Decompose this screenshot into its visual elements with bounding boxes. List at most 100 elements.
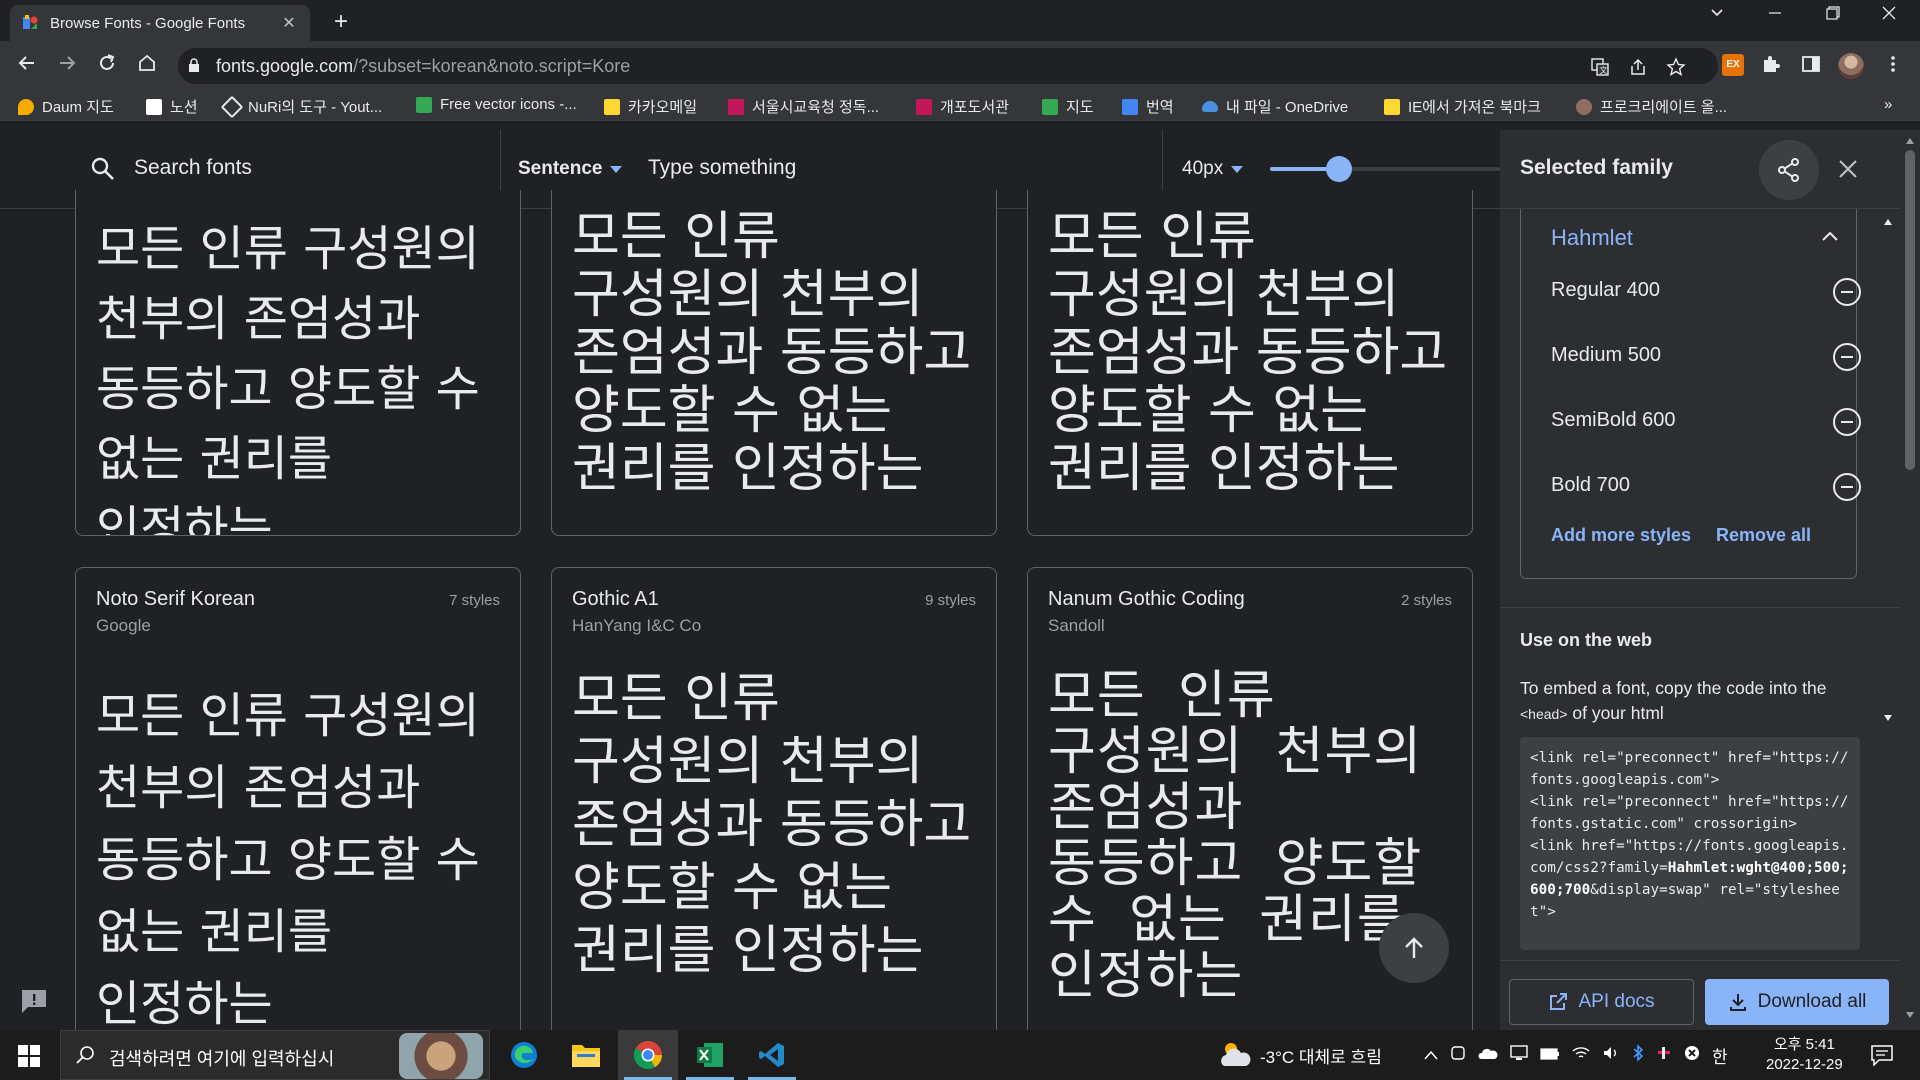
font-card-nanum-gothic-coding[interactable]: Nanum Gothic Coding Sandoll 2 styles 모든 … (1027, 567, 1473, 1047)
bookmark-maps[interactable]: 지도 (1042, 96, 1094, 117)
app-tray-icon[interactable] (1684, 1045, 1700, 1066)
tab-search-icon[interactable] (1694, 4, 1740, 25)
onedrive-icon[interactable] (1478, 1045, 1498, 1065)
remove-style-icon[interactable] (1833, 408, 1861, 436)
bookmark-seoul-edu[interactable]: 서울시교육청 정독... (728, 96, 879, 117)
taskbar-excel[interactable] (680, 1030, 740, 1080)
notifications-icon[interactable] (1870, 1044, 1894, 1071)
side-panel-icon[interactable] (1800, 54, 1822, 76)
scroll-down-arrow-icon[interactable] (1884, 715, 1892, 721)
bookmark-ie-folder[interactable]: IE에서 가져온 북마크 (1384, 96, 1541, 117)
panel-header: Selected family (1500, 130, 1900, 209)
font-card[interactable]: 모든 인류 구성원의 천부의 존엄성과 동등하고 양도할 수 없는 권리를 인정… (75, 190, 521, 536)
reload-icon[interactable] (93, 52, 121, 80)
chevron-up-icon[interactable] (1821, 229, 1839, 247)
font-sample-text[interactable]: 모든 인류 구성원의 천부의 존엄성과 동등하고 양도할 수 없는 권리를 인정… (96, 214, 506, 535)
url-text[interactable]: fonts.google.com/?subset=korean&noto.scr… (216, 56, 630, 77)
volume-icon[interactable] (1602, 1045, 1620, 1066)
font-size-slider[interactable] (1270, 156, 1500, 182)
battery-icon[interactable] (1540, 1045, 1560, 1065)
font-card-gothic-a1[interactable]: Gothic A1 HanYang I&C Co 9 styles 모든 인류 … (551, 567, 997, 1047)
back-icon[interactable] (13, 52, 41, 80)
scroll-to-top-button[interactable] (1379, 913, 1449, 983)
forward-icon[interactable] (53, 52, 81, 80)
preview-mode-dropdown[interactable]: Sentence (518, 158, 623, 180)
bookmark-daum-map[interactable]: Daum 지도 (18, 96, 114, 117)
font-sample-text[interactable]: 모든 인류 구성원의 천부의 존엄성과 동등하고 양도할 수 없는 권리를 인정… (572, 208, 982, 498)
font-size-dropdown[interactable]: 40px (1182, 158, 1244, 180)
restore-icon[interactable] (1810, 4, 1856, 25)
windows-start-icon[interactable] (18, 1045, 40, 1072)
share-button[interactable] (1759, 140, 1819, 200)
font-card[interactable]: 모든 인류 구성원의 천부의 존엄성과 동등하고 양도할 수 없는 권리를 인정… (1027, 190, 1473, 536)
bookmark-kakao-mail[interactable]: 카카오메일 (604, 96, 697, 117)
address-bar[interactable]: fonts.google.com/?subset=korean&noto.scr… (178, 48, 1718, 84)
font-card[interactable]: 모든 인류 구성원의 천부의 존엄성과 동등하고 양도할 수 없는 권리를 인정… (551, 190, 997, 536)
panel-scrollbar[interactable] (1880, 209, 1896, 729)
font-sample-text[interactable]: 모든 인류 구성원의 천부의 존엄성과 동등하고 양도할 수 없는 권리를 인정… (96, 680, 506, 1040)
lock-icon[interactable] (188, 58, 200, 72)
tab-close-icon[interactable]: ✕ (280, 13, 298, 33)
add-more-styles-link[interactable]: Add more styles (1551, 525, 1691, 546)
profile-avatar[interactable] (1838, 53, 1864, 79)
search-highlight-image[interactable] (399, 1033, 483, 1079)
download-all-button[interactable]: Download all (1705, 979, 1889, 1025)
api-docs-button[interactable]: API docs (1509, 979, 1694, 1025)
weather-widget[interactable]: -3°C 대체로 흐림 (1218, 1030, 1382, 1080)
bookmark-free-vector-icons[interactable]: Free vector icons -... (416, 96, 577, 113)
share-page-icon[interactable] (1628, 57, 1648, 77)
bookmark-translate[interactable]: 번역 (1122, 96, 1174, 117)
remove-style-icon[interactable] (1833, 473, 1861, 501)
taskbar-chrome[interactable] (618, 1030, 678, 1080)
browser-tab[interactable]: Browse Fonts - Google Fonts ✕ (10, 5, 310, 41)
bookmark-nuri-tools[interactable]: NuRi의 도구 - Yout... (220, 95, 382, 118)
font-card-noto-serif-korean[interactable]: Noto Serif Korean Google 7 styles 모든 인류 … (75, 567, 521, 1047)
monitor-icon[interactable] (1510, 1044, 1528, 1066)
ime-indicator[interactable]: 한 (1712, 1043, 1728, 1068)
bookmark-star-icon[interactable] (1666, 57, 1686, 77)
close-panel-icon[interactable] (1837, 158, 1859, 185)
minimize-icon[interactable] (1752, 4, 1798, 25)
search-fonts-input[interactable]: Search fonts (134, 156, 252, 180)
bookmark-onedrive[interactable]: 내 파일 - OneDrive (1202, 96, 1348, 117)
extension-ex-icon[interactable]: EX (1722, 54, 1744, 76)
slider-thumb[interactable] (1326, 156, 1352, 182)
font-family-name[interactable]: Noto Serif Korean (96, 588, 255, 611)
translate-icon[interactable]: 文 (1590, 57, 1610, 77)
remove-style-icon[interactable] (1833, 343, 1861, 371)
family-name[interactable]: Hahmlet (1551, 225, 1633, 251)
page-scrollbar[interactable] (1900, 130, 1920, 1030)
remove-all-link[interactable]: Remove all (1716, 525, 1811, 546)
library-icon (916, 98, 932, 115)
scroll-up-arrow-icon[interactable] (1906, 138, 1914, 144)
new-tab-button[interactable]: + (326, 8, 356, 36)
extensions-puzzle-icon[interactable] (1760, 54, 1782, 76)
taskbar-file-explorer[interactable] (556, 1030, 616, 1080)
embed-code-block[interactable]: <link rel="preconnect" href="https://fon… (1520, 737, 1860, 950)
browser-menu-icon[interactable] (1882, 54, 1904, 76)
close-window-icon[interactable] (1866, 4, 1912, 25)
bookmarks-overflow-button[interactable]: » (1884, 96, 1892, 113)
scroll-down-arrow-icon[interactable] (1906, 1012, 1914, 1018)
bookmark-notion[interactable]: 노션 (146, 96, 198, 117)
scrollbar-thumb[interactable] (1905, 150, 1915, 470)
taskbar-search-box[interactable]: 검색하려면 여기에 입력하십시 (60, 1030, 490, 1080)
wifi-icon[interactable] (1572, 1045, 1590, 1065)
feedback-icon[interactable] (20, 988, 48, 1014)
bookmark-procreate[interactable]: 프로크리에이트 올... (1576, 96, 1727, 117)
font-family-name[interactable]: Gothic A1 (572, 588, 659, 611)
bluetooth-icon[interactable] (1632, 1043, 1644, 1067)
clock[interactable]: 오후 5:41 2022-12-29 (1766, 1030, 1843, 1080)
taskbar-edge[interactable] (494, 1030, 554, 1080)
slack-icon[interactable] (1656, 1045, 1672, 1066)
font-family-name[interactable]: Nanum Gothic Coding (1048, 588, 1245, 611)
meet-now-icon[interactable] (1450, 1045, 1466, 1066)
tray-chevron-up-icon[interactable] (1424, 1045, 1438, 1065)
bookmark-gaepo-library[interactable]: 개포도서관 (916, 96, 1009, 117)
remove-style-icon[interactable] (1833, 278, 1861, 306)
preview-text-input[interactable]: Type something (648, 156, 796, 180)
font-sample-text[interactable]: 모든 인류 구성원의 천부의 존엄성과 동등하고 양도할 수 없는 권리를 인정… (1048, 208, 1458, 498)
home-icon[interactable] (133, 52, 161, 80)
taskbar-vscode[interactable] (742, 1030, 802, 1080)
font-sample-text[interactable]: 모든 인류 구성원의 천부의 존엄성과 동등하고 양도할 수 없는 권리를 인정… (572, 668, 982, 983)
